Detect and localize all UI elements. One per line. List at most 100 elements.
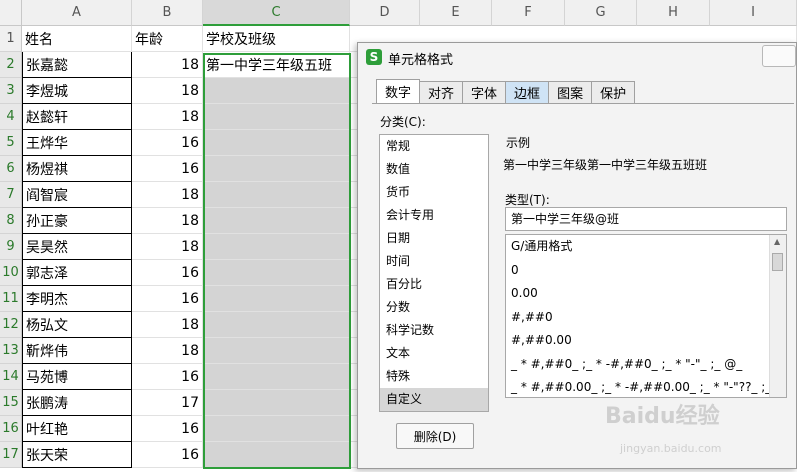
dialog-titlebar[interactable]: S 单元格格式: [358, 43, 796, 71]
cell-school-class[interactable]: 第一中学三年级五班: [203, 52, 350, 78]
cell-name[interactable]: 阎智宸: [22, 182, 132, 208]
cell-school-class[interactable]: [203, 390, 350, 416]
column-header-g[interactable]: G: [565, 0, 637, 26]
category-item[interactable]: 日期: [380, 227, 488, 250]
cell-name[interactable]: 杨煜祺: [22, 156, 132, 182]
cell-age[interactable]: 16: [132, 416, 203, 442]
format-code-list[interactable]: G/通用格式 0 0.00 #,##0 #,##0.00 _ * #,##0_ ;_ * …: [505, 234, 787, 398]
cell-age[interactable]: 18: [132, 104, 203, 130]
column-header-h[interactable]: H: [637, 0, 710, 26]
row-header[interactable]: 7: [0, 182, 22, 208]
cell-school-class[interactable]: [203, 182, 350, 208]
category-item[interactable]: 时间: [380, 250, 488, 273]
cell-age[interactable]: 18: [132, 312, 203, 338]
row-header[interactable]: 15: [0, 390, 22, 416]
cell-name[interactable]: 姓名: [22, 26, 132, 52]
category-item[interactable]: 特殊: [380, 365, 488, 388]
cell-age[interactable]: 年龄: [132, 26, 203, 52]
cell-school-class[interactable]: [203, 104, 350, 130]
cell-school-class[interactable]: 学校及班级: [203, 26, 350, 52]
type-input[interactable]: 第一中学三年级@班: [505, 207, 787, 231]
row-header[interactable]: 2: [0, 52, 22, 78]
format-code-item[interactable]: 0: [506, 259, 786, 283]
format-code-item[interactable]: 0.00: [506, 282, 786, 306]
column-header-i[interactable]: I: [710, 0, 797, 26]
cell-age[interactable]: 18: [132, 208, 203, 234]
category-item[interactable]: 数值: [380, 158, 488, 181]
row-header[interactable]: 16: [0, 416, 22, 442]
column-header-a[interactable]: A: [22, 0, 132, 26]
cell-age[interactable]: 18: [132, 338, 203, 364]
format-code-item[interactable]: _ * #,##0.00_ ;_ * -#,##0.00_ ;_ * "-"??…: [506, 376, 786, 397]
cell-age[interactable]: 18: [132, 182, 203, 208]
tab-border[interactable]: 边框: [505, 81, 550, 103]
cell-school-class[interactable]: [203, 442, 350, 468]
category-item[interactable]: 百分比: [380, 273, 488, 296]
row-header[interactable]: 11: [0, 286, 22, 312]
category-item[interactable]: 货币: [380, 181, 488, 204]
format-code-item[interactable]: #,##0: [506, 306, 786, 330]
cell-school-class[interactable]: [203, 364, 350, 390]
cell-name[interactable]: 张嘉懿: [22, 52, 132, 78]
cell-age[interactable]: 16: [132, 286, 203, 312]
column-header-d[interactable]: D: [350, 0, 420, 26]
category-item[interactable]: 分数: [380, 296, 488, 319]
cell-name[interactable]: 张鹏涛: [22, 390, 132, 416]
format-code-item[interactable]: #,##0.00: [506, 329, 786, 353]
column-header-f[interactable]: F: [492, 0, 565, 26]
cell-school-class[interactable]: [203, 78, 350, 104]
cell-age[interactable]: 17: [132, 390, 203, 416]
row-header[interactable]: 14: [0, 364, 22, 390]
row-header[interactable]: 5: [0, 130, 22, 156]
cell-age[interactable]: 18: [132, 52, 203, 78]
cell-name[interactable]: 孙正豪: [22, 208, 132, 234]
cell-school-class[interactable]: [203, 130, 350, 156]
column-header-b[interactable]: B: [132, 0, 203, 26]
tab-font[interactable]: 字体: [462, 81, 507, 103]
cell-school-class[interactable]: [203, 234, 350, 260]
cell-name[interactable]: 靳烨伟: [22, 338, 132, 364]
category-item[interactable]: 自定义: [380, 388, 488, 411]
scroll-up-icon[interactable]: ▲: [774, 237, 780, 246]
row-header[interactable]: 6: [0, 156, 22, 182]
format-code-item[interactable]: _ * #,##0_ ;_ * -#,##0_ ;_ * "-"_ ;_ @_: [506, 353, 786, 377]
cell-school-class[interactable]: [203, 286, 350, 312]
tab-protection[interactable]: 保护: [591, 81, 636, 103]
category-item[interactable]: 科学记数: [380, 319, 488, 342]
format-code-item[interactable]: G/通用格式: [506, 235, 786, 259]
cell-school-class[interactable]: [203, 312, 350, 338]
category-list[interactable]: 常规 数值 货币 会计专用 日期 时间 百分比 分数 科学记数 文本 特殊 自定义: [379, 134, 489, 412]
category-item[interactable]: 会计专用: [380, 204, 488, 227]
cell-school-class[interactable]: [203, 416, 350, 442]
row-header[interactable]: 9: [0, 234, 22, 260]
cell-name[interactable]: 张天荣: [22, 442, 132, 468]
column-header-c[interactable]: C: [203, 0, 350, 26]
cell-name[interactable]: 马苑博: [22, 364, 132, 390]
cell-age[interactable]: 18: [132, 78, 203, 104]
cell-age[interactable]: 16: [132, 442, 203, 468]
row-header[interactable]: 17: [0, 442, 22, 468]
row-header[interactable]: 12: [0, 312, 22, 338]
column-header-e[interactable]: E: [420, 0, 492, 26]
cell-name[interactable]: 王烨华: [22, 130, 132, 156]
tab-number[interactable]: 数字: [376, 79, 421, 103]
category-item[interactable]: 常规: [380, 135, 488, 158]
cell-age[interactable]: 16: [132, 156, 203, 182]
row-header[interactable]: 13: [0, 338, 22, 364]
cell-age[interactable]: 18: [132, 234, 203, 260]
cell-name[interactable]: 李明杰: [22, 286, 132, 312]
cell-school-class[interactable]: [203, 338, 350, 364]
row-header[interactable]: 4: [0, 104, 22, 130]
close-button[interactable]: [762, 45, 796, 67]
row-header[interactable]: 10: [0, 260, 22, 286]
cell-name[interactable]: 杨弘文: [22, 312, 132, 338]
cell-age[interactable]: 16: [132, 364, 203, 390]
cell-school-class[interactable]: [203, 260, 350, 286]
category-item[interactable]: 文本: [380, 342, 488, 365]
tab-alignment[interactable]: 对齐: [419, 81, 464, 103]
cell-school-class[interactable]: [203, 208, 350, 234]
tab-pattern[interactable]: 图案: [548, 81, 593, 103]
delete-button[interactable]: 删除(D): [396, 423, 474, 449]
select-all-corner[interactable]: [0, 0, 22, 26]
cell-name[interactable]: 吴昊然: [22, 234, 132, 260]
